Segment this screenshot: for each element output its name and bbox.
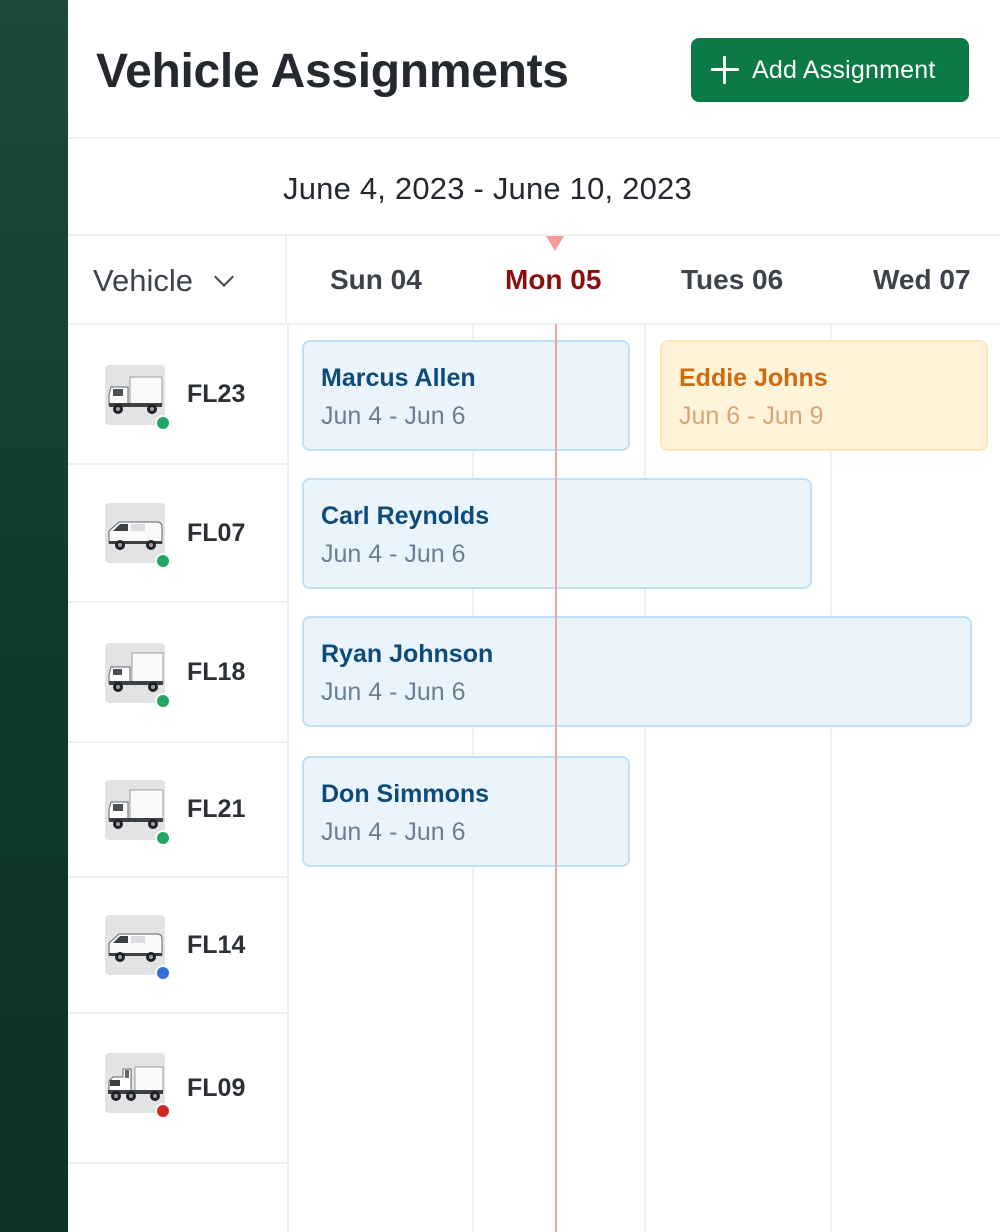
- assignment-card[interactable]: Marcus Allen Jun 4 - Jun 6: [302, 340, 630, 451]
- vehicle-id: FL07: [187, 518, 246, 547]
- calendar-header: Vehicle Sun 04 Mon 05 Tues 06 Wed 07: [68, 236, 1000, 325]
- status-dot-available: [155, 965, 171, 981]
- vehicle-id: FL21: [187, 795, 246, 823]
- box-truck-icon: [108, 652, 164, 692]
- date-range-bar: June 4, 2023 - June 10, 2023: [68, 139, 1000, 236]
- vehicle-thumbnail: [105, 915, 171, 981]
- assignment-card[interactable]: Ryan Johnson Jun 4 - Jun 6: [302, 616, 972, 727]
- vehicle-row[interactable]: FL14: [68, 878, 287, 1014]
- vehicle-row[interactable]: FL18: [68, 603, 287, 743]
- page-title: Vehicle Assignments: [96, 45, 569, 98]
- grid-divider: [830, 325, 832, 1232]
- semi-truck-icon: [108, 1066, 164, 1101]
- page-header: Vehicle Assignments Add Assignment: [68, 0, 1000, 139]
- vehicle-row[interactable]: FL07: [68, 465, 287, 603]
- main-panel: Vehicle Assignments Add Assignment June …: [68, 0, 1000, 1232]
- assignment-grid: FL23 FL07 FL18 FL21 FL14 FL09 Marcus All…: [68, 324, 1000, 1232]
- day-header-sun: Sun 04: [330, 264, 422, 295]
- add-assignment-label: Add Assignment: [752, 55, 936, 84]
- assignment-driver-name: Eddie Johns: [679, 364, 828, 392]
- vehicle-id: FL09: [187, 1073, 246, 1102]
- assignment-dates: Jun 4 - Jun 6: [321, 818, 466, 846]
- box-truck-icon: [108, 376, 163, 414]
- vehicle-thumbnail: [105, 503, 171, 569]
- assignment-driver-name: Don Simmons: [321, 780, 490, 808]
- vehicle-id: FL23: [187, 379, 246, 408]
- box-truck-icon: [108, 789, 164, 829]
- vehicle-row[interactable]: FL09: [68, 1014, 287, 1164]
- add-assignment-button[interactable]: Add Assignment: [691, 38, 969, 102]
- vehicle-thumbnail: [105, 780, 171, 846]
- van-icon: [108, 521, 163, 550]
- day-header-tue: Tues 06: [681, 264, 784, 295]
- assignment-dates: Jun 6 - Jun 9: [679, 402, 824, 430]
- day-header-mon-today: Mon 05: [505, 264, 602, 295]
- status-dot-active: [155, 553, 171, 569]
- van-icon: [108, 933, 163, 962]
- assignment-card[interactable]: Don Simmons Jun 4 - Jun 6: [302, 756, 630, 867]
- app-sidebar: [0, 0, 68, 1232]
- vehicle-thumbnail: [105, 1053, 171, 1119]
- status-dot-active: [155, 415, 171, 431]
- assignment-dates: Jun 4 - Jun 6: [321, 540, 466, 568]
- chevron-down-icon: [214, 266, 234, 287]
- vehicle-thumbnail: [105, 643, 171, 709]
- assignment-driver-name: Carl Reynolds: [321, 502, 490, 530]
- vehicle-id: FL14: [187, 930, 246, 959]
- status-dot-out-of-service: [155, 1103, 171, 1119]
- vehicle-id: FL18: [187, 657, 246, 686]
- vehicle-thumbnail: [105, 365, 171, 431]
- grid-divider: [644, 325, 646, 1232]
- status-dot-active: [155, 693, 171, 709]
- day-header-wed: Wed 07: [873, 264, 971, 295]
- today-marker-icon: [546, 236, 564, 251]
- date-range: June 4, 2023 - June 10, 2023: [283, 171, 692, 206]
- assignment-dates: Jun 4 - Jun 6: [321, 402, 466, 430]
- vehicle-row[interactable]: FL23: [68, 325, 287, 465]
- status-dot-active: [155, 830, 171, 846]
- assignment-dates: Jun 4 - Jun 6: [321, 678, 466, 706]
- assignment-driver-name: Ryan Johnson: [321, 640, 494, 668]
- assignment-driver-name: Marcus Allen: [321, 364, 476, 392]
- current-time-line: [555, 324, 557, 1232]
- assignment-card[interactable]: Carl Reynolds Jun 4 - Jun 6: [302, 478, 812, 589]
- vehicle-column-dropdown[interactable]: Vehicle: [68, 236, 287, 325]
- grid-divider: [287, 325, 289, 1232]
- assignment-card-pending[interactable]: Eddie Johns Jun 6 - Jun 9: [660, 340, 988, 451]
- vehicle-row[interactable]: FL21: [68, 743, 287, 878]
- vehicle-column-label: Vehicle: [93, 262, 193, 298]
- plus-icon: [711, 56, 739, 84]
